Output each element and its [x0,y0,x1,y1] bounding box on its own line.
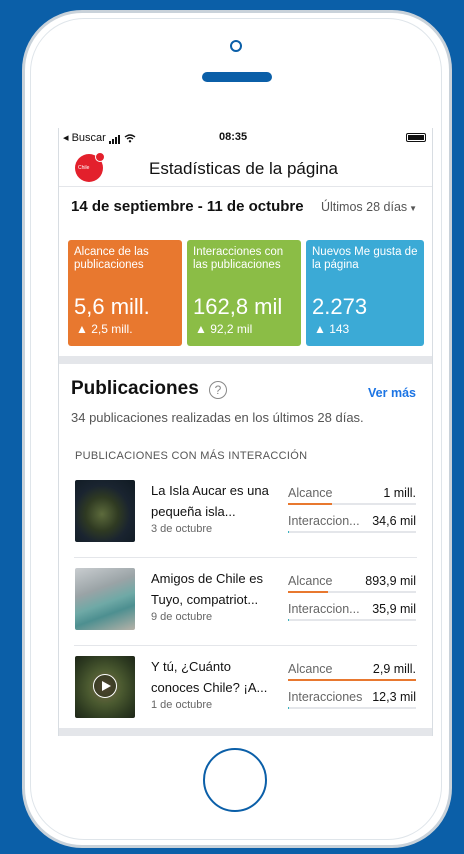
interactions-label: Interaccion... [288,602,360,616]
interactions-bar-fill [288,619,290,621]
screen: ◂ Buscar 08:35 Chile Estadísticas de la … [58,128,433,736]
card-value: 5,6 mill. [74,294,150,319]
card-delta: ▲ 2,5 mill. [76,322,133,336]
page-logo[interactable]: Chile [75,152,105,182]
post-date: 3 de octubre [151,523,213,535]
publications-title: Publicaciones [71,378,199,399]
card-value: 162,8 mil [193,294,283,319]
reach-value: 1 mill. [383,486,416,500]
interactions-value: 35,9 mil [372,602,416,616]
reach-metric: Alcance 1 mill. [288,486,416,505]
battery-icon [406,133,426,142]
date-range: 14 de septiembre - 11 de octubre [71,198,304,215]
post-row[interactable]: La Isla Aucar es una pequeña isla... 3 d… [59,472,432,558]
back-to-search[interactable]: ◂ Buscar [63,131,136,145]
interactions-metric: Interacciones 12,3 mil [288,690,416,709]
interactions-bar [288,619,416,621]
reach-bar [288,591,416,593]
interactions-metric: Interaccion... 34,6 mil [288,514,416,533]
interactions-bar-fill [288,531,290,533]
post-text[interactable]: La Isla Aucar es una pequeña isla... [151,480,276,522]
card-delta: ▲ 92,2 mil [195,322,253,336]
card-value: 2.273 [312,294,368,319]
back-label[interactable]: ◂ Buscar [63,132,106,144]
home-button[interactable] [203,748,267,812]
reach-bar [288,503,416,505]
play-icon[interactable] [93,674,117,698]
publications-subtitle: 34 publicaciones realizadas en los últim… [71,410,364,425]
reach-metric: Alcance 893,9 mil [288,574,416,593]
metric-card-interactions[interactable]: Interacciones con las publicaciones 162,… [187,240,301,346]
reach-label: Alcance [288,574,333,588]
post-thumbnail[interactable] [75,656,135,718]
speaker-grille [202,72,272,82]
interactions-bar-fill [288,707,290,709]
reach-bar-fill [288,503,332,505]
interactions-label: Interaccion... [288,514,360,528]
metric-card-new-likes[interactable]: Nuevos Me gusta de la página 2.273 ▲ 143 [306,240,424,346]
card-label: Nuevos Me gusta de la página [312,246,418,271]
interactions-value: 34,6 mil [372,514,416,528]
logo-dot [95,152,105,162]
reach-value: 893,9 mil [365,574,416,588]
post-thumbnail[interactable] [75,480,135,542]
caret-down-icon[interactable]: ▼ [409,204,417,213]
logo-text: Chile [78,165,90,171]
reach-label: Alcance [288,486,333,500]
row-divider [74,557,417,558]
period-selector[interactable]: Últimos 28 días ▼ [321,200,417,214]
interactions-metric: Interaccion... 35,9 mil [288,602,416,621]
section-divider [59,356,432,364]
interactions-bar [288,707,416,709]
card-delta: ▲ 143 [314,322,350,336]
row-divider [74,645,417,646]
post-text[interactable]: Amigos de Chile es Tuyo, compatriot... [151,568,276,610]
reach-bar [288,679,416,681]
post-text[interactable]: Y tú, ¿Cuánto conoces Chile? ¡A... [151,656,276,698]
wifi-icon [124,133,136,143]
page-header: Chile Estadísticas de la página [59,146,432,187]
clock: 08:35 [219,131,248,143]
reach-value: 2,9 mill. [372,662,416,676]
interactions-label: Interacciones [288,690,363,704]
help-icon[interactable]: ? [209,381,227,399]
post-row[interactable]: Amigos de Chile es Tuyo, compatriot... 9… [59,560,432,646]
reach-label: Alcance [288,662,333,676]
post-date: 1 de octubre [151,699,213,711]
period-label[interactable]: Últimos 28 días [321,200,407,214]
card-label: Interacciones con las publicaciones [193,246,284,271]
date-row: 14 de septiembre - 11 de octubre Últimos… [59,194,432,220]
card-label: Alcance de las publicaciones [74,246,149,271]
top-posts-heading: PUBLICACIONES CON MÁS INTERACCIÓN [75,450,308,462]
bottom-divider [59,728,432,736]
status-bar: ◂ Buscar 08:35 [59,128,432,146]
see-more-link[interactable]: Ver más [368,386,416,400]
interactions-value: 12,3 mil [372,690,416,704]
post-thumbnail[interactable] [75,568,135,630]
post-row[interactable]: Y tú, ¿Cuánto conoces Chile? ¡A... 1 de … [59,648,432,734]
post-date: 9 de octubre [151,611,213,623]
page-title: Estadísticas de la página [149,159,339,178]
reach-metric: Alcance 2,9 mill. [288,662,416,681]
metric-card-reach[interactable]: Alcance de las publicaciones 5,6 mill. ▲… [68,240,182,346]
interactions-bar [288,531,416,533]
camera-icon [230,40,242,52]
signal-icon [108,132,121,145]
reach-bar-fill [288,679,416,681]
reach-bar-fill [288,591,328,593]
